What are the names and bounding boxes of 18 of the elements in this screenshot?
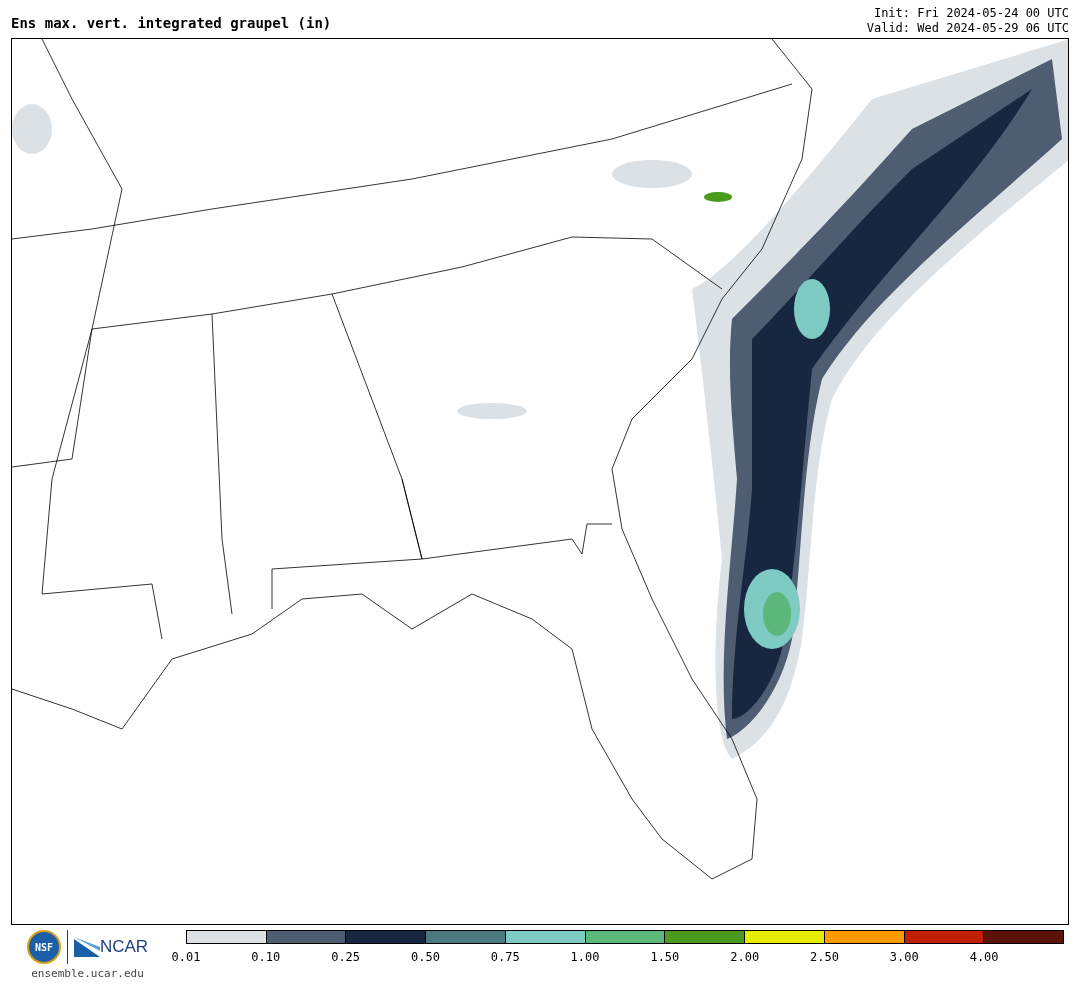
colorbar-label: 1.50 (650, 949, 680, 966)
site-url: ensemble.ucar.edu (31, 966, 144, 982)
colorbar-label: 3.00 (889, 949, 919, 966)
colorbar-label: 4.00 (969, 949, 999, 966)
ncar-logo-text: NCAR (99, 936, 149, 959)
plot-title: Ens max. vert. integrated graupel (in) (11, 14, 332, 33)
colorbar-label: 0.75 (490, 949, 520, 966)
nsf-logo: NSF (26, 930, 61, 964)
ncar-logo-icon (73, 937, 100, 957)
colorbar-label: 0.10 (251, 949, 281, 966)
valid-time: Valid: Wed 2024-05-29 06 UTC (866, 21, 1069, 36)
colorbar-label: 0.50 (411, 949, 440, 966)
colorbar-label: 2.00 (730, 949, 760, 966)
colorbar-label: 1.00 (570, 949, 600, 966)
init-time: Init: Fri 2024-05-24 00 UTC (873, 6, 1069, 21)
colorbar-label: 0.01 (171, 949, 201, 966)
colorbar-label: 2.50 (810, 949, 839, 966)
colorbar-label: 0.25 (331, 949, 361, 966)
